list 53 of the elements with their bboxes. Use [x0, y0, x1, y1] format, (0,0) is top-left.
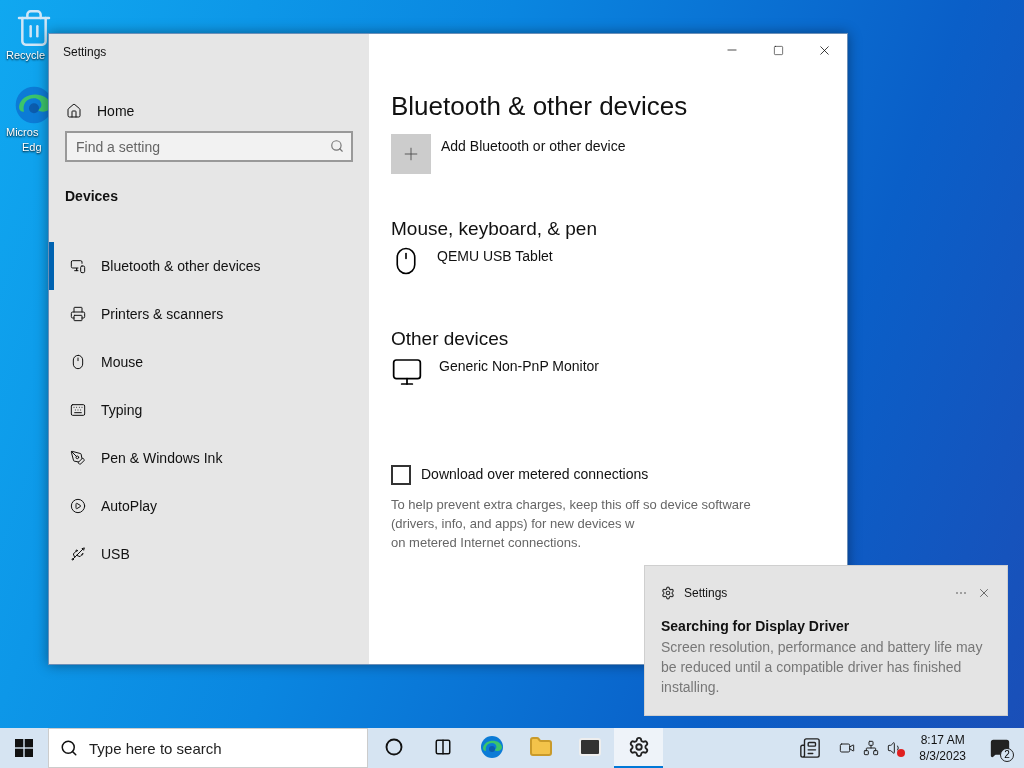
play-circle-icon — [70, 498, 86, 514]
metered-checkbox[interactable]: Download over metered connections — [391, 464, 847, 485]
windows-logo-icon — [15, 739, 33, 757]
monitor-icon — [391, 356, 423, 388]
window-title: Settings — [62, 44, 108, 61]
nav-item[interactable]: Typing — [49, 386, 369, 434]
home-nav-item[interactable]: Home — [49, 99, 369, 123]
home-icon — [66, 103, 82, 119]
edge-icon — [479, 735, 504, 759]
clock[interactable]: 8:17 AM 8/3/2023 — [913, 732, 972, 764]
camera-icon[interactable] — [839, 740, 856, 756]
toast-title: Searching for Display Driver — [661, 617, 851, 636]
search-icon — [330, 139, 344, 153]
devices-icon — [70, 258, 86, 274]
group-heading: Mouse, keyboard, & pen — [391, 217, 598, 241]
taskbar-app-button[interactable] — [614, 728, 663, 768]
nav-item[interactable]: USB — [49, 530, 369, 578]
nav-item[interactable]: Printers & scanners — [49, 290, 369, 338]
news-icon[interactable] — [799, 737, 822, 759]
help-text: (drivers, info, and apps) for new devices w — [391, 515, 636, 533]
page-title: Bluetooth & other devices — [391, 90, 689, 123]
group-heading: Other devices — [391, 327, 510, 351]
settings-icon — [661, 586, 675, 600]
task-view-icon — [433, 738, 452, 756]
nav-item[interactable]: Pen & Windows Ink — [49, 434, 369, 482]
settings-icon — [627, 736, 650, 758]
printer-icon — [70, 306, 86, 322]
network-icon[interactable] — [863, 740, 880, 756]
help-text: To help prevent extra charges, keep this off so device software — [391, 496, 752, 514]
nav-item[interactable]: AutoPlay — [49, 482, 369, 530]
close-button[interactable] — [977, 586, 991, 600]
help-text: on metered Internet connections. — [391, 534, 583, 552]
notification-count-badge: 2 — [1000, 748, 1014, 762]
pen-icon — [70, 450, 86, 466]
folder-icon — [528, 735, 553, 759]
device-name[interactable]: Generic Non-PnP Monitor — [439, 356, 600, 377]
volume-muted-icon[interactable] — [887, 739, 906, 757]
cortana-icon — [384, 738, 403, 756]
close-icon — [977, 586, 991, 600]
action-center-button[interactable]: 2 — [980, 728, 1020, 768]
toast-app-name: Settings — [684, 585, 728, 602]
usb-icon — [70, 546, 86, 562]
nav-item[interactable]: Mouse — [49, 338, 369, 386]
mouse-icon — [70, 354, 86, 370]
device-name[interactable]: QEMU USB Tablet — [437, 246, 553, 267]
toast-message: Screen resolution, performance and battery life may be reduced until a compatible driver has finished installing. — [661, 638, 984, 697]
add-device-button[interactable]: Add Bluetooth or other device — [391, 134, 847, 174]
taskbar-search-field[interactable]: Type here to search — [48, 728, 368, 768]
section-heading: Devices — [64, 187, 119, 206]
search-icon — [60, 739, 78, 757]
keyboard-icon — [70, 402, 86, 418]
maximize-icon — [772, 44, 784, 56]
search-field[interactable]: Find a setting — [65, 131, 353, 162]
